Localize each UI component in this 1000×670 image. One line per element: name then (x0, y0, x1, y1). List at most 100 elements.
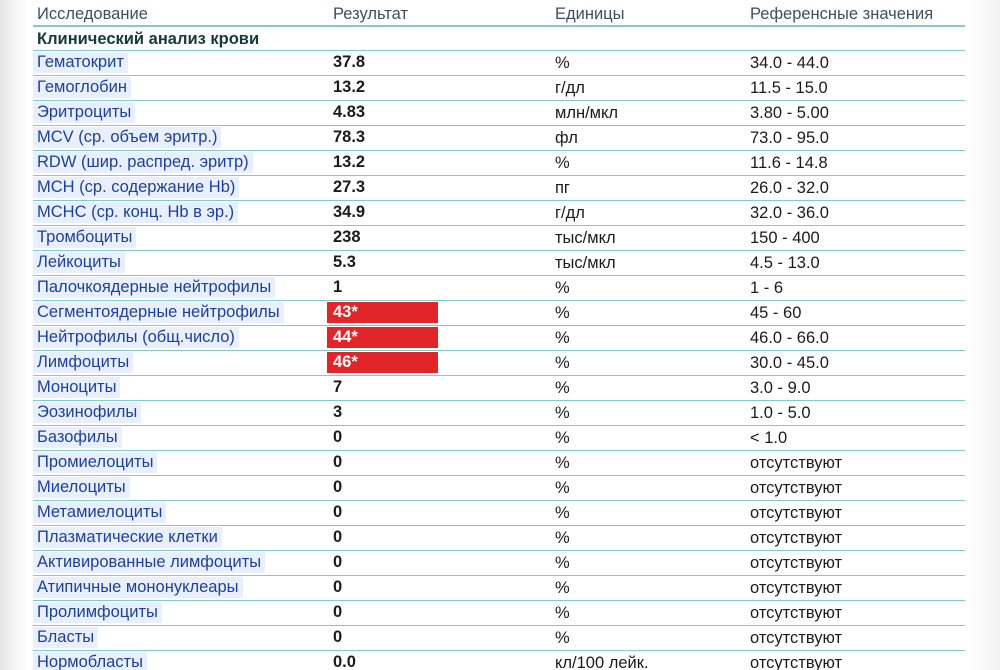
test-name: MCHC (ср. конц. Hb в эр.) (33, 202, 239, 223)
test-units: % (555, 329, 570, 347)
table-row: Атипичные мононуклеары 0% отсутствуют (33, 576, 965, 601)
test-result: 0 (333, 628, 343, 646)
test-name: Эритроциты (33, 102, 136, 123)
test-name: Плазматические клетки (33, 527, 222, 548)
table-row: Гемоглобин 13.2 г/дл 11.5 - 15.0 (33, 76, 965, 101)
test-reference-range: 30.0 - 45.0 (750, 354, 829, 372)
test-units: % (555, 379, 570, 397)
lab-report-page: Исследование Результат Единицы Референсн… (0, 0, 1000, 670)
test-name: Лимфоциты (33, 352, 134, 373)
test-units: г/дл (555, 79, 585, 97)
table-row: Сегментоядерные нейтрофилы 43*% 45 - 60 (33, 301, 965, 326)
test-name: Нормобласты (33, 652, 147, 670)
test-name: Активированные лимфоциты (33, 552, 266, 573)
test-reference-range: 11.5 - 15.0 (750, 79, 828, 97)
test-reference-range: 1 - 6 (750, 279, 784, 297)
test-result: 4.83 (333, 103, 366, 121)
table-row: Палочкоядерные нейтрофилы 1% 1 - 6 (33, 276, 965, 301)
test-result: 0.0 (333, 653, 356, 670)
test-result: 0 (333, 553, 343, 571)
test-reference-range: < 1.0 (750, 429, 788, 447)
test-result: 13.2 (333, 153, 366, 171)
table-row: RDW (шир. распред. эритр) 13.2% 11.6 - 14.… (33, 151, 965, 176)
test-result: 27.3 (333, 178, 366, 196)
test-reference-range: 45 - 60 (750, 304, 802, 322)
test-units: тыс/мкл (555, 254, 616, 272)
table-row: Лейкоциты 5.3 тыс/мкл 4.5 - 13.0 (33, 251, 965, 276)
table-row: Нормобласты 0.0 кл/100 лейк. отсутствуют (33, 651, 965, 670)
header-test-name: Исследование (37, 5, 148, 23)
test-result: 34.9 (333, 203, 366, 221)
test-reference-range: 4.5 - 13.0 (750, 254, 820, 272)
table-row: Бласты 0% отсутствуют (33, 626, 965, 651)
test-result: 37.8 (333, 53, 366, 71)
test-name: Бласты (33, 627, 99, 648)
test-units: г/дл (555, 204, 585, 222)
test-name: Атипичные мононуклеары (33, 577, 243, 598)
header-reference: Референсные значения (750, 5, 934, 23)
test-name: Базофилы (33, 427, 122, 448)
test-result-flagged: 44* (327, 327, 438, 348)
test-name: Гематокрит (33, 52, 128, 73)
test-result: 0 (333, 603, 343, 621)
test-units: % (555, 479, 570, 497)
page-edge-shadow-right (966, 0, 1000, 670)
test-reference-range: 11.6 - 14.8 (750, 154, 828, 172)
test-result: 0 (333, 428, 343, 446)
table-row: Моноциты 7% 3.0 - 9.0 (33, 376, 965, 401)
section-row: Клинический анализ крови (33, 27, 965, 51)
test-units: % (555, 54, 570, 72)
test-result: 0 (333, 528, 343, 546)
test-units: % (555, 604, 570, 622)
test-units: % (555, 454, 570, 472)
test-reference-range: 150 - 400 (750, 229, 820, 247)
table-row: Миелоциты 0% отсутствуют (33, 476, 965, 501)
test-name: MCH (ср. содержание Hb) (33, 177, 240, 198)
test-units: кл/100 лейк. (555, 654, 649, 670)
section-title: Клинический анализ крови (37, 30, 260, 48)
test-reference-range: 1.0 - 5.0 (750, 404, 811, 422)
test-result: 78.3 (333, 128, 366, 146)
test-units: тыс/мкл (555, 229, 616, 247)
test-result: 7 (333, 378, 343, 396)
test-reference-range: отсутствуют (750, 529, 843, 547)
test-name: Нейтрофилы (общ.число) (33, 327, 239, 348)
test-result: 13.2 (333, 78, 366, 96)
test-result: 0 (333, 503, 343, 521)
table-row: Активированные лимфоциты 0% отсутствуют (33, 551, 965, 576)
table-row: MCHC (ср. конц. Hb в эр.) 34.9 г/дл 32.0 - … (33, 201, 965, 226)
test-reference-range: отсутствуют (750, 454, 843, 472)
test-units: % (555, 554, 570, 572)
test-reference-range: отсутствуют (750, 479, 843, 497)
test-units: % (555, 154, 570, 172)
test-units: % (555, 504, 570, 522)
test-name: Палочкоядерные нейтрофилы (33, 277, 276, 298)
test-result: 1 (333, 278, 343, 296)
table-row: MCH (ср. содержание Hb) 27.3 пг 26.0 - 32.0 (33, 176, 965, 201)
test-name: Пролимфоциты (33, 602, 162, 623)
test-name: Метамиелоциты (33, 502, 167, 523)
test-name: Эозинофилы (33, 402, 142, 423)
table-row: Нейтрофилы (общ.число) 44*% 46.0 - 66.0 (33, 326, 965, 351)
test-result: 0 (333, 453, 343, 471)
test-result: 0 (333, 478, 343, 496)
test-units: % (555, 629, 570, 647)
test-name: Лейкоциты (33, 252, 125, 273)
test-units: % (555, 304, 570, 322)
table-header-row: Исследование Результат Единицы Референсн… (33, 3, 965, 27)
test-reference-range: 34.0 - 44.0 (750, 54, 829, 72)
test-units: % (555, 354, 570, 372)
test-name: Сегментоядерные нейтрофилы (33, 302, 284, 323)
test-reference-range: 46.0 - 66.0 (750, 329, 829, 347)
test-reference-range: 3.80 - 5.00 (750, 104, 829, 122)
test-reference-range: отсутствуют (750, 604, 843, 622)
test-units: фл (555, 129, 578, 147)
test-name: MCV (ср. объем эритр.) (33, 127, 222, 148)
table-row: Гематокрит 37.8% 34.0 - 44.0 (33, 51, 965, 76)
test-reference-range: отсутствуют (750, 504, 843, 522)
test-name: Тромбоциты (33, 227, 137, 248)
test-units: % (555, 579, 570, 597)
table-body: Гематокрит 37.8% 34.0 - 44.0 Гемоглобин 13.2… (33, 51, 965, 670)
test-reference-range: 3.0 - 9.0 (750, 379, 811, 397)
table-row: Промиелоциты 0% отсутствуют (33, 451, 965, 476)
